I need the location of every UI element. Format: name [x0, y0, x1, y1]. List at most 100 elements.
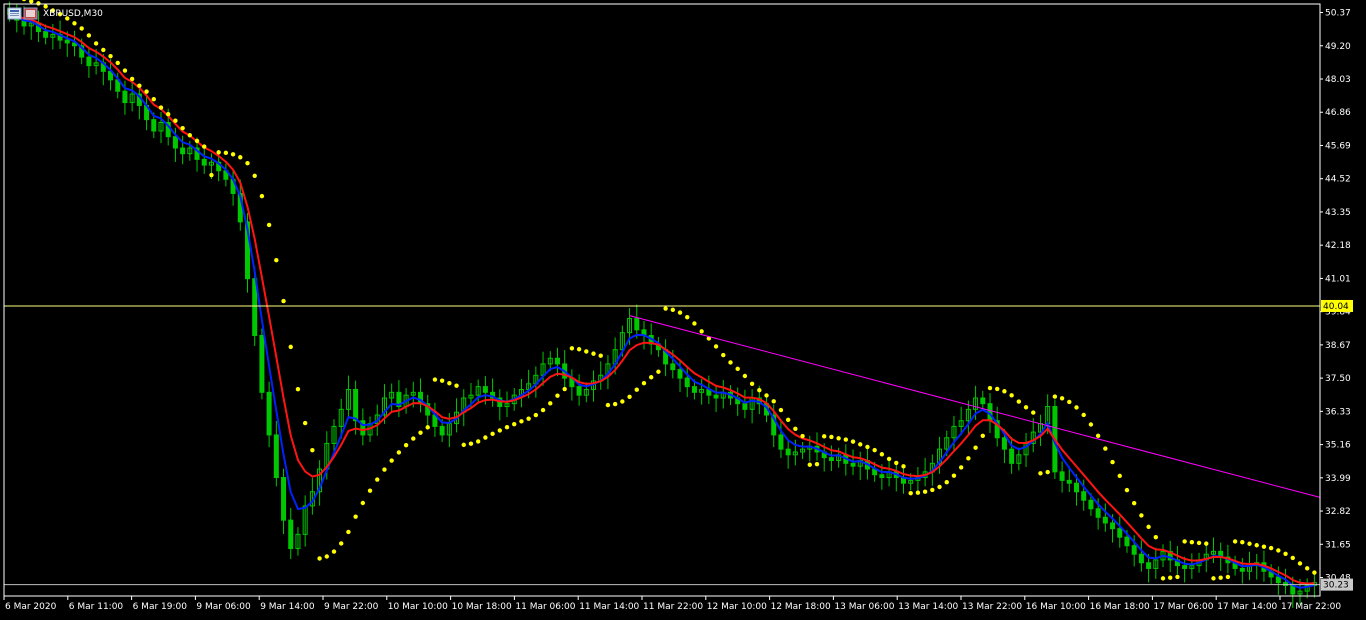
sar-dot	[865, 444, 870, 450]
sar-dot	[1204, 541, 1209, 546]
sar-dot	[382, 467, 387, 472]
sar-dot	[1059, 396, 1065, 401]
price-tick-label: 46.86	[1325, 108, 1351, 118]
sar-dot	[137, 83, 142, 88]
sar-dot	[1297, 561, 1303, 566]
price-tag-low-label: 30.23	[1323, 581, 1349, 591]
sar-dot	[122, 68, 128, 73]
sar-dot	[259, 193, 265, 199]
sar-dot	[418, 430, 423, 435]
sar-dot	[850, 439, 856, 444]
time-tick-label: 6 Mar 2020	[5, 602, 57, 612]
candle-body	[86, 56, 92, 67]
sar-dot	[1052, 394, 1058, 399]
sar-dot	[663, 306, 668, 311]
sar-dot	[1240, 539, 1245, 545]
sar-dot	[973, 445, 978, 450]
sar-dot	[1254, 543, 1259, 548]
candle-body	[554, 357, 560, 365]
time-tick-label: 12 Mar 10:00	[707, 602, 767, 612]
candle-body	[785, 448, 791, 456]
candle-body	[742, 403, 748, 410]
sar-dot	[872, 447, 877, 453]
sar-dot	[915, 490, 921, 495]
sar-dot	[562, 386, 567, 392]
sar-dot	[173, 118, 178, 123]
sar-dot	[526, 416, 531, 421]
sar-dot	[468, 441, 474, 446]
sar-dot	[1276, 548, 1281, 553]
sar-dot	[93, 41, 99, 46]
sar-dot	[944, 480, 949, 485]
sar-dot	[86, 33, 92, 38]
sar-dot	[540, 407, 546, 413]
time-tick-label: 11 Mar 14:00	[579, 602, 639, 612]
sar-dot	[901, 464, 906, 469]
sar-dot	[281, 298, 286, 304]
time-tick-label: 6 Mar 11:00	[69, 602, 124, 612]
sar-dot	[194, 138, 200, 144]
sar-dot	[238, 155, 243, 160]
sar-dot	[425, 425, 430, 430]
time-tick-label: 13 Mar 22:00	[962, 602, 1022, 612]
sar-dot	[735, 366, 740, 372]
sar-dot	[375, 477, 380, 482]
candle-body	[180, 147, 186, 155]
candle-body	[273, 434, 279, 479]
sar-dot	[980, 433, 985, 438]
time-tick-label: 17 Mar 14:00	[1217, 602, 1277, 612]
sar-dot	[36, 1, 41, 6]
candle-body	[1009, 448, 1015, 464]
candle-body	[713, 394, 719, 399]
time-tick-label: 9 Mar 14:00	[260, 602, 315, 612]
candle-body	[691, 386, 697, 393]
sar-dot	[937, 484, 942, 490]
sar-dot	[1182, 539, 1187, 544]
sar-dot	[692, 321, 697, 326]
sar-dot	[1232, 539, 1238, 544]
sar-dot	[800, 433, 805, 439]
sar-dot	[1002, 389, 1007, 394]
sar-dot	[1081, 412, 1086, 418]
sar-dot	[209, 172, 214, 178]
sar-dot	[958, 465, 964, 470]
candle-body	[1117, 528, 1123, 538]
price-tick-label: 49.20	[1325, 42, 1351, 52]
price-tick-label: 48.03	[1325, 75, 1351, 85]
chart-background	[0, 0, 1366, 620]
sar-dot	[317, 556, 322, 561]
price-chart[interactable]: 50.37 49.20 48.03 46.86 45.69 44.52 43.35 42.18…	[0, 0, 1366, 620]
sar-dot	[360, 500, 366, 506]
sar-dot	[252, 173, 257, 178]
sar-dot	[43, 4, 48, 9]
sar-dot	[187, 133, 193, 138]
sar-dot	[533, 412, 539, 418]
sar-dot	[987, 385, 993, 391]
price-tick-label: 36.33	[1325, 407, 1351, 417]
candle-body	[778, 434, 784, 450]
candle-body	[64, 39, 70, 44]
sar-dot	[180, 125, 185, 131]
sar-dot	[1124, 487, 1130, 493]
candle-body	[1088, 499, 1094, 510]
price-tag-low: 30.23	[1321, 578, 1353, 591]
sar-dot	[1110, 459, 1115, 465]
candle-body	[266, 391, 272, 436]
sar-dot	[1074, 405, 1079, 410]
sar-dot	[490, 431, 495, 437]
time-tick-label: 11 Mar 06:00	[515, 602, 575, 612]
time-tick-label: 10 Mar 10:00	[388, 602, 448, 612]
sar-dot	[1160, 576, 1166, 581]
sar-dot	[641, 381, 647, 386]
sar-dot	[742, 373, 748, 379]
time-tick-label: 12 Mar 18:00	[771, 602, 831, 612]
sar-dot	[966, 456, 971, 461]
sar-dot	[302, 420, 308, 426]
sar-dot	[324, 554, 329, 559]
price-tick-label: 45.69	[1325, 141, 1351, 151]
sar-dot	[158, 105, 164, 110]
symbol-label: XBRUSD,M30	[43, 9, 103, 19]
sar-dot	[331, 549, 337, 554]
sar-dot	[1146, 524, 1151, 530]
time-tick-label: 9 Mar 22:00	[324, 602, 379, 612]
